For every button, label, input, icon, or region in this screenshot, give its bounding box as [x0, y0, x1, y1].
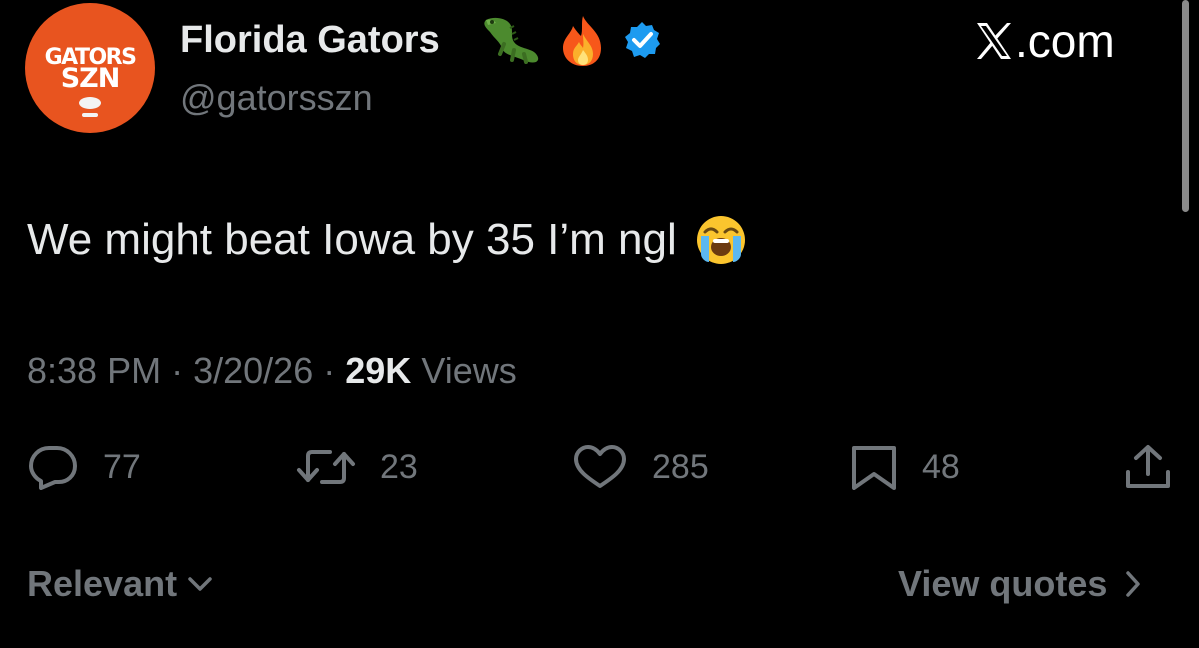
avatar-swoosh: [82, 113, 98, 117]
handle[interactable]: @gatorsszn: [180, 78, 373, 118]
views-count: 29K: [345, 350, 412, 391]
view-quotes-link[interactable]: View quotes: [898, 562, 1143, 606]
bookmark-icon: [852, 446, 896, 490]
reply-count: 77: [103, 448, 141, 486]
tweet-date[interactable]: 3/20/26: [193, 350, 313, 391]
repost-icon: [297, 450, 355, 484]
avatar[interactable]: GATORS SZN: [25, 3, 155, 133]
repost-count: 23: [380, 448, 418, 486]
share-button[interactable]: [1124, 444, 1172, 495]
bookmark-button[interactable]: 48: [850, 444, 960, 490]
meta-separator: ·: [323, 350, 336, 391]
tweet-text-row: We might beat Iowa by 35 I’m ngl: [27, 214, 747, 266]
reply-button[interactable]: 77: [27, 444, 141, 490]
bookmark-count: 48: [922, 448, 960, 486]
sort-relevant-dropdown[interactable]: Relevant: [27, 562, 213, 606]
alligator-emoji: [484, 17, 539, 64]
tweet-meta: 8:38 PM · 3/20/26 · 29K Views: [27, 350, 517, 392]
x-logo-icon: [977, 23, 1011, 59]
like-button[interactable]: 285: [572, 444, 709, 490]
fire-emoji: [563, 16, 601, 66]
avatar-text-szn: SZN: [60, 63, 121, 94]
chevron-right-icon: [1126, 571, 1141, 597]
chevron-down-icon: [188, 577, 212, 591]
view-quotes-label: View quotes: [898, 563, 1108, 604]
heart-icon: [574, 445, 626, 488]
display-name[interactable]: Florida Gators: [180, 20, 440, 60]
x-com-brand: .com: [975, 16, 1115, 66]
tweet-text: We might beat Iowa by 35 I’m ngl: [27, 215, 677, 264]
views-label: Views: [421, 350, 517, 391]
loudly-crying-face-emoji: [696, 216, 745, 264]
verified-badge-icon[interactable]: [622, 20, 662, 60]
repost-button[interactable]: 23: [296, 444, 418, 490]
reply-icon: [29, 446, 77, 490]
brand-domain: .com: [1015, 15, 1115, 67]
meta-separator: ·: [171, 350, 184, 391]
avatar-mini-logo: [79, 97, 101, 109]
sort-label: Relevant: [27, 563, 178, 604]
like-count: 285: [652, 448, 709, 486]
tweet-time[interactable]: 8:38 PM: [27, 350, 161, 391]
scrollbar[interactable]: [1182, 0, 1189, 212]
share-icon: [1126, 445, 1170, 488]
